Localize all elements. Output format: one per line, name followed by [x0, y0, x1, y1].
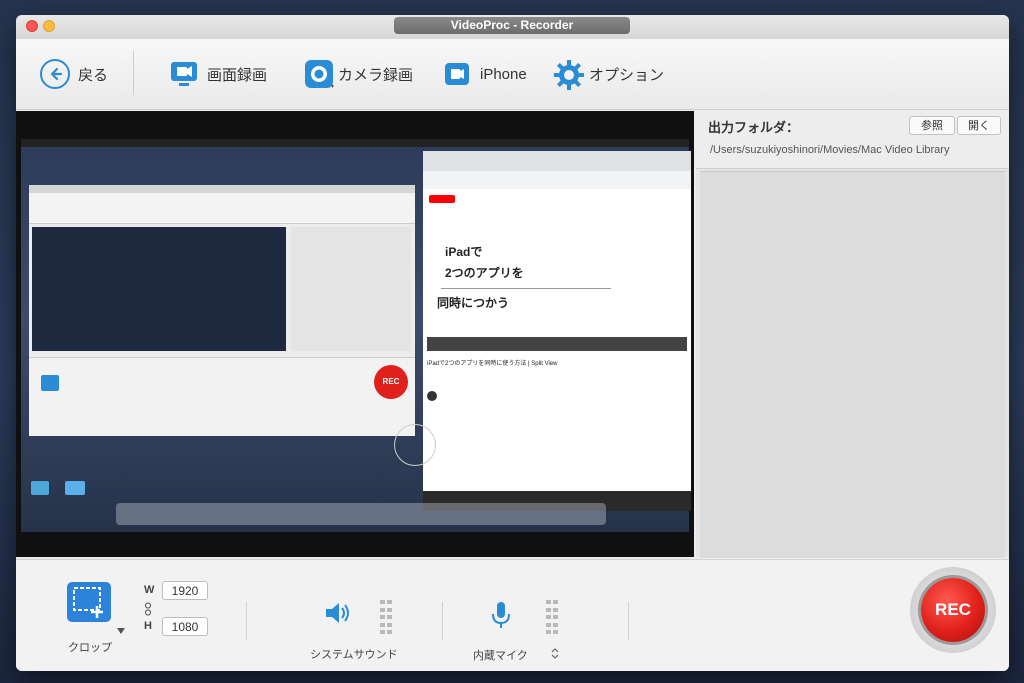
height-field[interactable]: 1080 — [162, 617, 208, 636]
preview-desktop-icon — [31, 481, 49, 495]
record-button[interactable]: REC — [910, 567, 996, 653]
mic-source-dropdown-icon[interactable] — [551, 648, 559, 659]
preview-folder-icon — [65, 481, 85, 495]
mic-source-label: 内蔵マイク — [473, 650, 528, 662]
browse-button[interactable]: 参照 — [909, 116, 955, 135]
link-ratio-icon[interactable] — [144, 602, 152, 616]
preview-video-line-2: 2つのアプリを — [445, 266, 524, 280]
iphone-label: iPhone — [480, 65, 527, 83]
output-panel: 出力フォルダ： 参照 開く /Users/suzukiyoshinori/Mov… — [696, 111, 1009, 558]
system-sound-label: システムサウンド — [310, 649, 398, 661]
crop-label: クロップ — [68, 642, 112, 654]
toolbar-divider — [133, 51, 134, 95]
recordings-list[interactable] — [700, 171, 1005, 558]
preview-video-line-3: 同時につかう — [437, 296, 510, 310]
screen-record-label: 画面録画 — [207, 66, 268, 84]
main-toolbar: 戻る 画面録画 カメラ録画 iPhone オプション — [16, 39, 1009, 110]
preview-video-line-1: iPadで — [445, 245, 483, 259]
preview-video-title: iPadで2つのアプリを同時に使う方法 | Split View — [427, 361, 558, 367]
options-label: オプション — [589, 66, 665, 84]
record-button-label: REC — [921, 578, 985, 642]
camera-record-button[interactable]: カメラ録画 — [304, 39, 413, 109]
preview-dock — [116, 503, 606, 525]
speaker-icon[interactable] — [323, 600, 351, 626]
close-window-button[interactable] — [26, 20, 38, 32]
title-bar: VideoProc - Recorder — [16, 15, 1009, 39]
crop-dropdown-icon[interactable] — [117, 628, 125, 634]
divider — [628, 602, 629, 640]
camera-record-label: カメラ録画 — [338, 66, 414, 84]
width-label: W — [144, 584, 155, 596]
output-folder-section: 出力フォルダ： 参照 開く /Users/suzukiyoshinori/Mov… — [696, 111, 1009, 169]
preview-desktop: REC iPadで 2つのアプリを 同時につかう iPadで2つのアプリを同時に… — [21, 147, 691, 532]
minimize-window-button[interactable] — [43, 20, 55, 32]
microphone-icon[interactable] — [490, 600, 512, 630]
preview-youtube-window: iPadで 2つのアプリを 同時につかう iPadで2つのアプリを同時に使う方法… — [423, 151, 691, 511]
height-label: H — [144, 620, 152, 632]
preview-menubar — [21, 139, 689, 147]
recorder-window: VideoProc - Recorder 戻る 画面録画 カメラ録画 iPhon… — [16, 15, 1009, 671]
back-label: 戻る — [78, 66, 109, 84]
screen-preview: REC iPadで 2つのアプリを 同時につかう iPadで2つのアプリを同時に… — [16, 111, 694, 557]
back-button[interactable]: 戻る — [40, 39, 108, 109]
system-sound-level-meter — [380, 600, 392, 636]
width-field[interactable]: 1920 — [162, 581, 208, 600]
camera-icon — [304, 59, 334, 89]
output-folder-path: /Users/suzukiyoshinori/Movies/Mac Video … — [710, 144, 950, 156]
window-title: VideoProc - Recorder — [394, 17, 630, 34]
output-folder-label: 出力フォルダ： — [708, 120, 800, 135]
iphone-icon — [442, 59, 472, 89]
divider — [442, 602, 443, 640]
screen-record-icon — [169, 59, 199, 89]
control-bar: クロップ W 1920 H 1080 システムサウンド 内蔵マイク REC — [16, 559, 1009, 671]
back-arrow-icon — [40, 59, 70, 89]
crop-icon — [73, 587, 103, 618]
divider — [246, 602, 247, 640]
cursor-ring — [394, 424, 436, 466]
youtube-logo-icon — [429, 195, 455, 203]
open-folder-button[interactable]: 開く — [957, 116, 1001, 135]
screen-record-button[interactable]: 画面録画 — [169, 39, 267, 109]
preview-rec-badge: REC — [374, 365, 408, 399]
iphone-record-button[interactable]: iPhone — [442, 39, 527, 109]
mic-level-meter — [546, 600, 558, 636]
crop-button[interactable] — [67, 582, 111, 622]
preview-nested-window: REC — [29, 185, 415, 436]
options-button[interactable]: オプション — [553, 39, 664, 109]
gear-icon — [553, 59, 584, 90]
